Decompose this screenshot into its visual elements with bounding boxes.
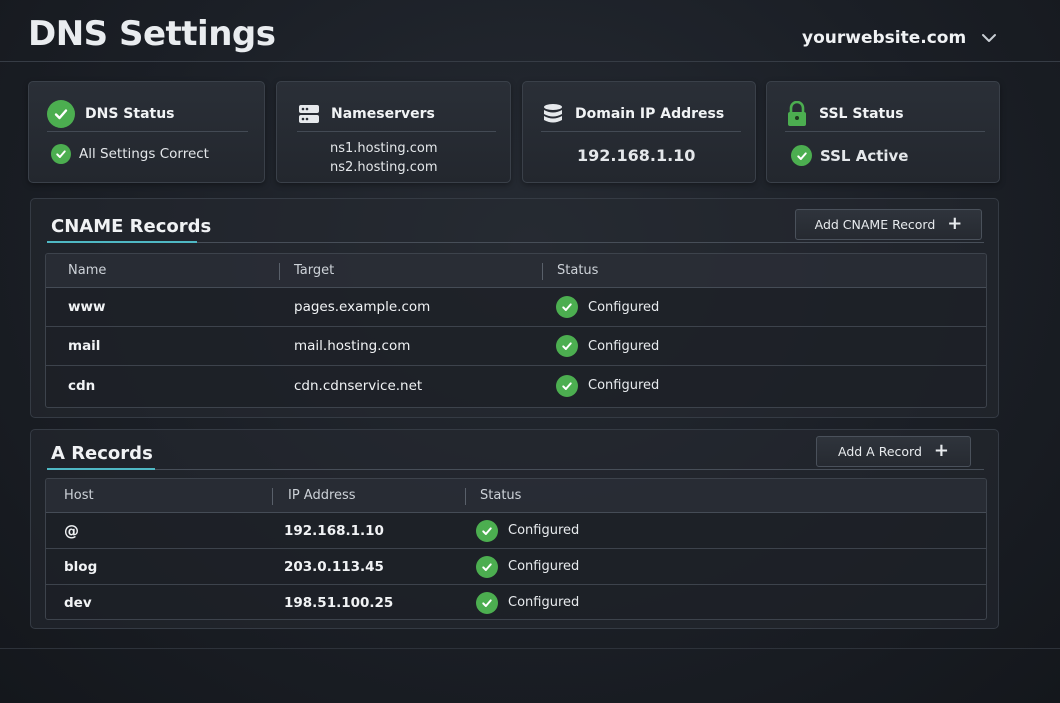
status-badge: Configured (556, 327, 659, 365)
cname-target: pages.example.com (294, 299, 431, 315)
column-header-ip-address: IP Address (288, 488, 356, 503)
status-badge: Configured (476, 513, 579, 548)
ssl-status-header: SSL Status (785, 96, 985, 132)
domain-ip-card: Domain IP Address 192.168.1.10 (522, 81, 756, 183)
table-row[interactable]: dev 198.51.100.25 Configured (46, 585, 986, 619)
add-cname-record-label: Add CNAME Record (814, 217, 936, 232)
check-circle-icon (476, 519, 498, 542)
status-badge: Configured (556, 366, 659, 405)
check-circle-icon (556, 335, 578, 357)
table-row[interactable]: www pages.example.com Configured (46, 288, 986, 327)
a-records-table-header: Host IP Address Status (46, 479, 986, 513)
status-text: Configured (588, 299, 660, 315)
check-circle-icon (476, 555, 498, 578)
dns-status-value-row: All Settings Correct (51, 144, 250, 164)
server-icon (299, 104, 319, 123)
status-text: Configured (508, 559, 580, 574)
a-record-ip: 192.168.1.10 (284, 522, 384, 539)
add-a-record-button[interactable]: Add A Record + (816, 436, 971, 467)
column-header-target: Target (294, 263, 335, 278)
table-row[interactable]: mail mail.hosting.com Configured (46, 327, 986, 366)
column-header-status: Status (480, 488, 522, 503)
domain-ip-header: Domain IP Address (541, 96, 741, 132)
cname-records-title: CNAME Records (51, 216, 212, 237)
nameservers-card: Nameservers ns1.hosting.com ns2.hosting.… (276, 81, 511, 183)
table-row[interactable]: blog 203.0.113.45 Configured (46, 549, 986, 585)
check-circle-icon (51, 144, 71, 164)
ssl-status-card: SSL Status SSL Active (766, 81, 1000, 183)
add-cname-record-button[interactable]: Add CNAME Record + (795, 209, 982, 240)
dns-status-card: DNS Status All Settings Correct (28, 81, 265, 183)
domain-selector-label: yourwebsite.com (802, 28, 967, 48)
a-records-panel: A Records Add A Record + Host IP Address… (30, 429, 999, 629)
status-text: Configured (508, 523, 580, 538)
lock-icon (788, 100, 806, 126)
cname-name: cdn (68, 377, 96, 394)
cname-title-underline (47, 241, 197, 243)
status-text: Configured (588, 338, 660, 354)
nameserver-1: ns1.hosting.com (330, 141, 438, 156)
footer-divider (0, 648, 1060, 649)
check-circle-icon (556, 374, 578, 397)
cname-target: mail.hosting.com (294, 338, 411, 354)
column-separator (465, 488, 466, 505)
a-records-table: Host IP Address Status @ 192.168.1.10 Co… (45, 478, 987, 620)
nameservers-list: ns1.hosting.com ns2.hosting.com (330, 139, 496, 177)
column-header-host: Host (64, 488, 94, 503)
column-separator (272, 488, 273, 505)
column-separator (542, 263, 543, 280)
ssl-status-value: SSL Active (820, 146, 909, 165)
check-circle-icon (791, 145, 812, 166)
a-record-ip: 198.51.100.25 (284, 594, 394, 611)
dns-status-title: DNS Status (85, 105, 175, 122)
nameservers-title: Nameservers (331, 105, 435, 122)
check-circle-icon (556, 296, 578, 318)
cname-name: www (68, 299, 106, 315)
add-a-record-label: Add A Record (838, 444, 922, 459)
column-header-status: Status (557, 263, 599, 278)
page-title: DNS Settings (28, 14, 276, 54)
domain-ip-title: Domain IP Address (575, 105, 725, 122)
status-badge: Configured (476, 549, 579, 584)
cname-name: mail (68, 338, 101, 354)
header-divider (0, 61, 1060, 62)
cname-target: cdn.cdnservice.net (294, 377, 423, 394)
a-records-title-underline (47, 468, 155, 470)
chevron-down-icon (982, 34, 997, 42)
nameservers-header: Nameservers (297, 96, 496, 132)
dns-status-header: DNS Status (47, 96, 248, 132)
ssl-status-value-row: SSL Active (791, 145, 985, 166)
plus-icon: + (933, 439, 949, 461)
a-record-ip: 203.0.113.45 (284, 558, 384, 575)
column-separator (279, 263, 280, 280)
check-circle-icon (476, 591, 498, 614)
nameserver-2: ns2.hosting.com (330, 160, 438, 175)
database-icon (544, 103, 562, 122)
dns-status-value: All Settings Correct (79, 146, 209, 162)
status-badge: Configured (556, 288, 659, 326)
column-header-name: Name (68, 263, 107, 278)
status-text: Configured (588, 378, 660, 393)
a-records-title-rule (47, 469, 984, 470)
domain-selector[interactable]: yourwebsite.com (802, 28, 998, 48)
a-record-host: @ (64, 521, 79, 540)
status-badge: Configured (476, 585, 580, 619)
a-record-host: blog (64, 558, 98, 575)
ssl-status-title: SSL Status (819, 105, 904, 122)
status-text: Configured (508, 595, 580, 610)
cname-records-table: Name Target Status www pages.example.com… (45, 253, 987, 408)
cname-table-header: Name Target Status (46, 254, 986, 288)
domain-ip-value: 192.168.1.10 (577, 146, 696, 165)
a-records-title: A Records (51, 443, 153, 464)
table-row[interactable]: @ 192.168.1.10 Configured (46, 513, 986, 549)
table-row[interactable]: cdn cdn.cdnservice.net Configured (46, 366, 986, 405)
a-record-host: dev (64, 594, 92, 611)
check-circle-icon (47, 99, 75, 128)
plus-icon: + (947, 212, 963, 234)
cname-records-panel: CNAME Records Add CNAME Record + Name Ta… (30, 198, 999, 418)
